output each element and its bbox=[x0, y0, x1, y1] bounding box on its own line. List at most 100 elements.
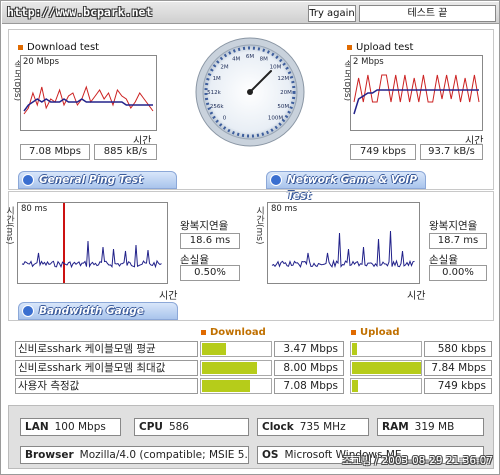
ping-tab-icon bbox=[22, 174, 34, 186]
browser-value: Mozilla/4.0 (compatible; MSIE 5.5 bbox=[79, 449, 249, 461]
bw-download-bar bbox=[200, 341, 272, 357]
ram-label: RAM bbox=[382, 421, 409, 433]
tab-general-ping-test[interactable]: General Ping Test bbox=[18, 171, 177, 189]
upload-graph: 2 Mbps bbox=[350, 55, 483, 131]
clock-label: Clock bbox=[262, 421, 294, 433]
top-bar: http://www.bcpark.net Try again 테스트 끝 bbox=[2, 2, 499, 24]
download-graph: 20 Mbps bbox=[20, 55, 157, 131]
ping-left-rtt-label: 왕복지연율 bbox=[180, 220, 229, 232]
gauge-tick-label: 0 bbox=[223, 116, 227, 122]
upload-title: Upload test bbox=[347, 42, 413, 53]
bw-upload-value: 749 kbps bbox=[424, 378, 492, 394]
throughput-panel: Download test 속도(bps) 20 Mbps 시간 7.08 Mb… bbox=[8, 29, 494, 202]
tab-bandwidth-gauge[interactable]: Bandwidth Gauge bbox=[18, 302, 178, 320]
lan-label: LAN bbox=[25, 421, 49, 433]
download-marker-icon bbox=[18, 44, 23, 50]
bw-upload-bar-fill bbox=[352, 343, 357, 355]
ping-left-y-axis-label: 시간(ms) bbox=[4, 206, 14, 245]
gauge-tick-label: 4M bbox=[232, 57, 240, 63]
lan-info: LAN 100 Mbps bbox=[20, 418, 121, 436]
gauge-hub bbox=[247, 89, 253, 95]
tab-network-game-voip[interactable]: Network Game & VoIP Test bbox=[266, 171, 426, 202]
bw-download-bar-fill bbox=[202, 380, 250, 392]
ram-info: RAM 319 MB bbox=[377, 418, 484, 436]
gauge-tick-label: 20M bbox=[280, 90, 292, 96]
ping-right-chart-svg bbox=[271, 230, 415, 268]
bw-row-label: 사용자 측정값 bbox=[15, 378, 198, 394]
gauge-tick-label: 512k bbox=[207, 90, 221, 96]
bw-download-header: Download bbox=[201, 327, 266, 338]
browser-info: Browser Mozilla/4.0 (compatible; MSIE 5.5 bbox=[20, 446, 249, 464]
bw-upload-bar bbox=[350, 360, 422, 376]
clock-info: Clock 735 MHz bbox=[257, 418, 369, 436]
upload-title-text: Upload test bbox=[356, 42, 414, 53]
ram-value: 319 MB bbox=[414, 421, 455, 433]
bw-upload-marker-icon bbox=[351, 329, 356, 335]
clock-value: 735 MHz bbox=[299, 421, 346, 433]
ping-right-rtt-value: 18.7 ms bbox=[429, 233, 487, 249]
upload-kbs-value: 93.7 kB/s bbox=[420, 144, 483, 160]
speedtest-window: http://www.bcpark.net Try again 테스트 끝 Do… bbox=[0, 0, 500, 475]
bw-upload-value: 7.84 Mbps bbox=[424, 360, 492, 376]
ping-left-x-axis-label: 시간 bbox=[159, 291, 178, 302]
bw-download-bar bbox=[200, 360, 272, 376]
ping-left-rtt-value: 18.6 ms bbox=[180, 233, 240, 249]
upload-marker-icon bbox=[347, 44, 352, 50]
gauge-tick-label: 256k bbox=[210, 104, 224, 110]
os-label: OS bbox=[262, 449, 279, 461]
gauge-tick-label: 10M bbox=[270, 65, 282, 71]
bw-upload-value: 580 kbps bbox=[424, 341, 492, 357]
bw-download-value: 3.47 Mbps bbox=[274, 341, 344, 357]
bw-download-value: 8.00 Mbps bbox=[274, 360, 344, 376]
gauge-tick-label: 100M bbox=[268, 116, 283, 122]
site-url[interactable]: http://www.bcpark.net bbox=[7, 5, 152, 19]
bandwidth-tab-icon bbox=[22, 305, 34, 317]
ping-left-series bbox=[21, 240, 162, 269]
bw-upload-bar bbox=[350, 341, 422, 357]
bw-row-label: 신비로sshark 케이블모뎀 평균 bbox=[15, 341, 198, 357]
gauge-tick-label: 12M bbox=[277, 76, 289, 82]
tab-general-ping-label: General Ping Test bbox=[39, 174, 143, 186]
ping-right-rtt-label: 왕복지연율 bbox=[429, 220, 478, 232]
bw-upload-bar-fill bbox=[352, 380, 358, 392]
ping-right-y-axis-label: 시간(ms) bbox=[254, 206, 264, 245]
upload-chart-svg bbox=[353, 74, 480, 115]
bw-download-bar-fill bbox=[202, 343, 226, 355]
bw-upload-bar bbox=[350, 378, 422, 394]
ping-left-graph: 80 ms bbox=[17, 202, 168, 284]
download-title-text: Download test bbox=[27, 42, 100, 53]
download-blue-series bbox=[23, 98, 153, 112]
download-title: Download test bbox=[18, 42, 99, 53]
tab-bandwidth-label: Bandwidth Gauge bbox=[39, 305, 144, 317]
voip-tab-icon bbox=[270, 174, 282, 186]
bw-download-value: 7.08 Mbps bbox=[274, 378, 344, 394]
try-again-button[interactable]: Try again bbox=[308, 5, 356, 22]
download-kbs-value: 885 kB/s bbox=[94, 144, 157, 160]
bw-row-label: 신비로sshark 케이블모뎀 최대값 bbox=[15, 360, 198, 376]
gauge-tick-label: 2M bbox=[220, 65, 228, 71]
bw-upload-bar-fill bbox=[352, 362, 421, 374]
cpu-value: 586 bbox=[168, 421, 189, 433]
ping-right-series bbox=[271, 230, 415, 268]
download-chart-svg bbox=[23, 85, 154, 115]
browser-label: Browser bbox=[25, 449, 74, 461]
bw-download-marker-icon bbox=[201, 329, 206, 335]
ping-right-graph: 80 ms bbox=[267, 202, 420, 284]
bw-download-header-text: Download bbox=[210, 327, 266, 338]
ping-left-loss-value: 0.50% bbox=[180, 265, 240, 281]
download-mbps-value: 7.08 Mbps bbox=[20, 144, 90, 160]
test-end-button[interactable]: 테스트 끝 bbox=[359, 5, 496, 22]
gauge-tick-label: 1M bbox=[213, 76, 221, 82]
ping-right-x-axis-label: 시간 bbox=[407, 291, 426, 302]
bw-upload-header: Upload bbox=[351, 327, 399, 338]
gauge-tick-label: 50M bbox=[277, 104, 289, 110]
ping-left-chart-svg bbox=[21, 203, 162, 283]
lan-value: 100 Mbps bbox=[54, 421, 106, 433]
bw-upload-header-text: Upload bbox=[360, 327, 400, 338]
timestamp-watermark: 조교빙 / 2003-08-29 21:36:07 bbox=[342, 455, 493, 467]
ping-panel: 시간(ms) 80 ms 시간 왕복지연율 18.6 ms 손실율 0.50% … bbox=[4, 191, 494, 321]
speed-gauge: 0 256k 512k 1M 2M 4M 6M 8M10M 12M 20M 50M 100M bbox=[195, 37, 305, 147]
ping-right-loss-value: 0.00% bbox=[429, 265, 487, 281]
cpu-info: CPU 586 bbox=[134, 418, 249, 436]
gauge-tick-label: 6M bbox=[246, 54, 254, 60]
